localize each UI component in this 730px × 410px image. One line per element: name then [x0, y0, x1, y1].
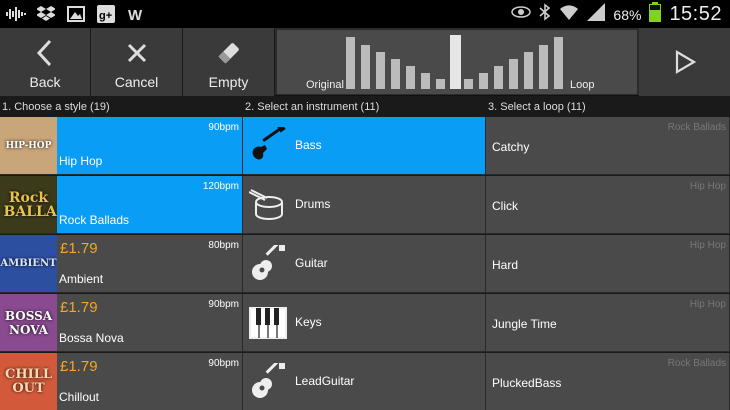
- style-name: Chillout: [59, 390, 100, 404]
- style-thumbnail: Rock BALLADS: [0, 176, 57, 233]
- instrument-name: Guitar: [295, 256, 328, 270]
- crossfade-loop-label: Loop: [570, 79, 595, 91]
- loop-item-catchy[interactable]: Rock Ballads Catchy: [486, 117, 730, 175]
- style-bpm: 90bpm: [208, 299, 239, 310]
- style-thumbnail: BOSSA NOVA: [0, 294, 57, 351]
- crossfade-handle: [450, 35, 461, 89]
- style-name: Hip Hop: [59, 154, 103, 168]
- chevron-left-icon: [0, 38, 90, 68]
- battery-percent: 68%: [613, 6, 642, 23]
- signal-icon: [587, 3, 606, 26]
- cancel-label: Cancel: [114, 74, 159, 90]
- loops-list: Rock Ballads Catchy Hip Hop Click Hip Ho…: [486, 117, 730, 410]
- crossfade-slider[interactable]: Original Loop: [277, 30, 637, 94]
- instrument-name: Drums: [295, 197, 331, 211]
- instrument-item-keys[interactable]: Keys: [243, 294, 486, 352]
- wifi-icon: [559, 3, 579, 26]
- close-icon: [91, 38, 182, 68]
- toolbar: Back Cancel Empty Original Loop: [0, 28, 730, 96]
- svg-text:W: W: [128, 7, 143, 22]
- back-button[interactable]: Back: [0, 28, 91, 96]
- eraser-icon: [183, 38, 274, 68]
- style-bpm: 80bpm: [208, 240, 239, 251]
- acoustic-guitar-icon: [249, 363, 287, 401]
- instrument-item-leadguitar[interactable]: LeadGuitar: [243, 353, 486, 410]
- style-price: £1.79: [60, 240, 98, 257]
- instrument-item-bass[interactable]: Bass: [243, 117, 486, 175]
- loop-name: Jungle Time: [492, 317, 557, 331]
- google-plus-icon: g+: [96, 4, 116, 24]
- loop-item-hard[interactable]: Hip Hop Hard: [486, 235, 730, 293]
- style-bpm: 90bpm: [208, 358, 239, 369]
- piano-keys-icon: [249, 304, 287, 342]
- style-bpm: 90bpm: [208, 122, 239, 133]
- loop-name: Click: [492, 199, 518, 213]
- loop-style-tag: Hip Hop: [689, 299, 726, 310]
- style-name: Ambient: [59, 272, 104, 286]
- svg-text:g+: g+: [99, 10, 112, 22]
- loop-name: Hard: [492, 258, 519, 272]
- style-item-bossa-nova[interactable]: BOSSA NOVA £1.79 90bpm Bossa Nova: [0, 294, 243, 352]
- loop-item-pluckedbass[interactable]: Rock Ballads PluckedBass: [486, 353, 730, 410]
- acoustic-guitar-icon: [249, 245, 287, 283]
- loop-item-click[interactable]: Hip Hop Click: [486, 176, 730, 234]
- style-price: £1.79: [60, 299, 98, 316]
- dropbox-icon: [36, 4, 56, 24]
- style-item-ambient[interactable]: AMBIENT £1.79 80bpm Ambient: [0, 235, 243, 293]
- style-item-rock-ballads[interactable]: Rock BALLADS 120bpm Rock Ballads: [0, 176, 243, 234]
- loop-style-tag: Rock Ballads: [667, 358, 726, 369]
- loop-style-tag: Hip Hop: [689, 181, 726, 192]
- style-thumbnail: AMBIENT: [0, 235, 57, 292]
- loop-item-jungle-time[interactable]: Hip Hop Jungle Time: [486, 294, 730, 352]
- instrument-name: Keys: [295, 315, 322, 329]
- back-label: Back: [29, 74, 61, 90]
- clock: 15:52: [669, 3, 722, 25]
- style-bpm: 120bpm: [202, 181, 239, 192]
- status-bar: g+ W 68% 15:52: [0, 0, 730, 28]
- style-name: Bossa Nova: [59, 331, 124, 345]
- drum-icon: [249, 186, 287, 224]
- style-name: Rock Ballads: [59, 213, 130, 227]
- loop-name: Catchy: [492, 140, 530, 154]
- empty-label: Empty: [208, 74, 249, 90]
- style-item-hip-hop[interactable]: HIP-HOP 90bpm Hip Hop: [0, 117, 243, 175]
- styles-list: HIP-HOP 90bpm Hip Hop Rock BALLADS 120bp…: [0, 117, 243, 410]
- eye-icon: [511, 5, 532, 24]
- style-price: £1.79: [60, 358, 98, 375]
- play-button[interactable]: [639, 28, 730, 96]
- loops-header: 3. Select a loop (11): [488, 101, 586, 113]
- instrument-name: Bass: [295, 138, 322, 152]
- battery-icon: [649, 2, 662, 27]
- loop-style-tag: Hip Hop: [689, 240, 726, 251]
- bass-guitar-icon: [249, 127, 287, 165]
- instrument-name: LeadGuitar: [295, 374, 355, 388]
- cancel-button[interactable]: Cancel: [91, 28, 183, 96]
- bluetooth-icon: [539, 3, 551, 26]
- loop-name: PluckedBass: [492, 376, 562, 390]
- style-thumbnail: CHILL OUT: [0, 353, 57, 410]
- style-item-chillout[interactable]: CHILL OUT £1.79 90bpm Chillout: [0, 353, 243, 410]
- loop-style-tag: Rock Ballads: [667, 122, 726, 133]
- instruments-header: 2. Select an instrument (11): [245, 101, 380, 113]
- instruments-list: Bass Drums Guitar Keys LeadGuitar: [243, 117, 486, 410]
- empty-button[interactable]: Empty: [183, 28, 275, 96]
- voicemail-wave-icon: [6, 4, 26, 24]
- styles-header: 1. Choose a style (19): [2, 101, 110, 113]
- crossfade-original-label: Original: [306, 79, 344, 91]
- play-icon: [639, 47, 730, 77]
- instrument-item-guitar[interactable]: Guitar: [243, 235, 486, 293]
- style-thumbnail: HIP-HOP: [0, 117, 57, 174]
- instrument-item-drums[interactable]: Drums: [243, 176, 486, 234]
- word-icon: W: [126, 4, 146, 24]
- gallery-icon: [66, 4, 86, 24]
